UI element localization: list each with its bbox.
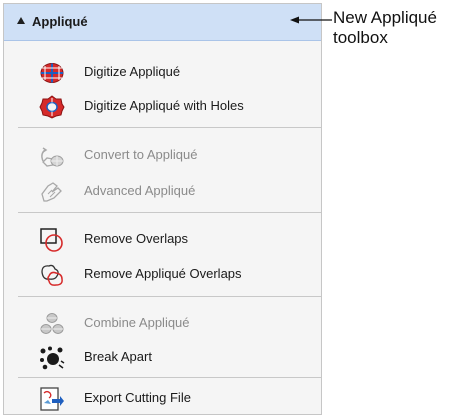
item-label: Digitize Appliqué with Holes (84, 98, 244, 113)
remove-overlaps-button[interactable]: Remove Overlaps (4, 222, 321, 258)
callout-arrow-icon (290, 16, 332, 24)
export-cutting-file-icon (40, 387, 64, 411)
separator (18, 377, 321, 378)
break-apart-icon (40, 346, 65, 370)
break-apart-button[interactable]: Break Apart (4, 340, 321, 376)
digitize-applique-icon (40, 63, 64, 83)
convert-to-applique-button[interactable]: Convert to Appliqué (4, 138, 321, 174)
combine-applique-button[interactable]: Combine Appliqué (4, 306, 321, 342)
separator (18, 296, 321, 297)
collapse-triangle-icon[interactable] (17, 17, 25, 24)
digitize-applique-button[interactable]: Digitize Appliqué (4, 55, 321, 91)
advanced-applique-button[interactable]: Advanced Appliqué (4, 174, 321, 210)
remove-overlaps-icon (40, 228, 63, 252)
item-label: Export Cutting File (84, 390, 191, 405)
separator (18, 127, 321, 128)
combine-applique-icon (40, 313, 64, 334)
callout-line-1: New Appliqué (333, 8, 437, 27)
item-label: Remove Appliqué Overlaps (84, 266, 242, 281)
applique-toolbox: Appliqué Digitize Appliqué Digitize Appl… (3, 3, 322, 415)
callout-text: New Appliqué toolbox (333, 8, 437, 48)
toolbox-title: Appliqué (32, 14, 88, 29)
remove-applique-overlaps-icon (41, 264, 63, 286)
callout-line-2: toolbox (333, 28, 388, 47)
digitize-applique-holes-icon (39, 95, 65, 119)
remove-applique-overlaps-button[interactable]: Remove Appliqué Overlaps (4, 257, 321, 293)
item-label: Digitize Appliqué (84, 64, 181, 79)
item-label: Convert to Appliqué (84, 147, 198, 162)
item-label: Advanced Appliqué (84, 183, 196, 198)
toolbox-header[interactable]: Appliqué (4, 4, 321, 41)
export-cutting-file-button[interactable]: Export Cutting File (4, 381, 321, 417)
digitize-applique-holes-button[interactable]: Digitize Appliqué with Holes (4, 89, 321, 125)
item-label: Break Apart (84, 349, 152, 364)
convert-to-applique-icon (41, 147, 64, 167)
item-label: Combine Appliqué (84, 315, 190, 330)
separator (18, 212, 321, 213)
item-label: Remove Overlaps (84, 231, 189, 246)
advanced-applique-icon (41, 182, 62, 202)
